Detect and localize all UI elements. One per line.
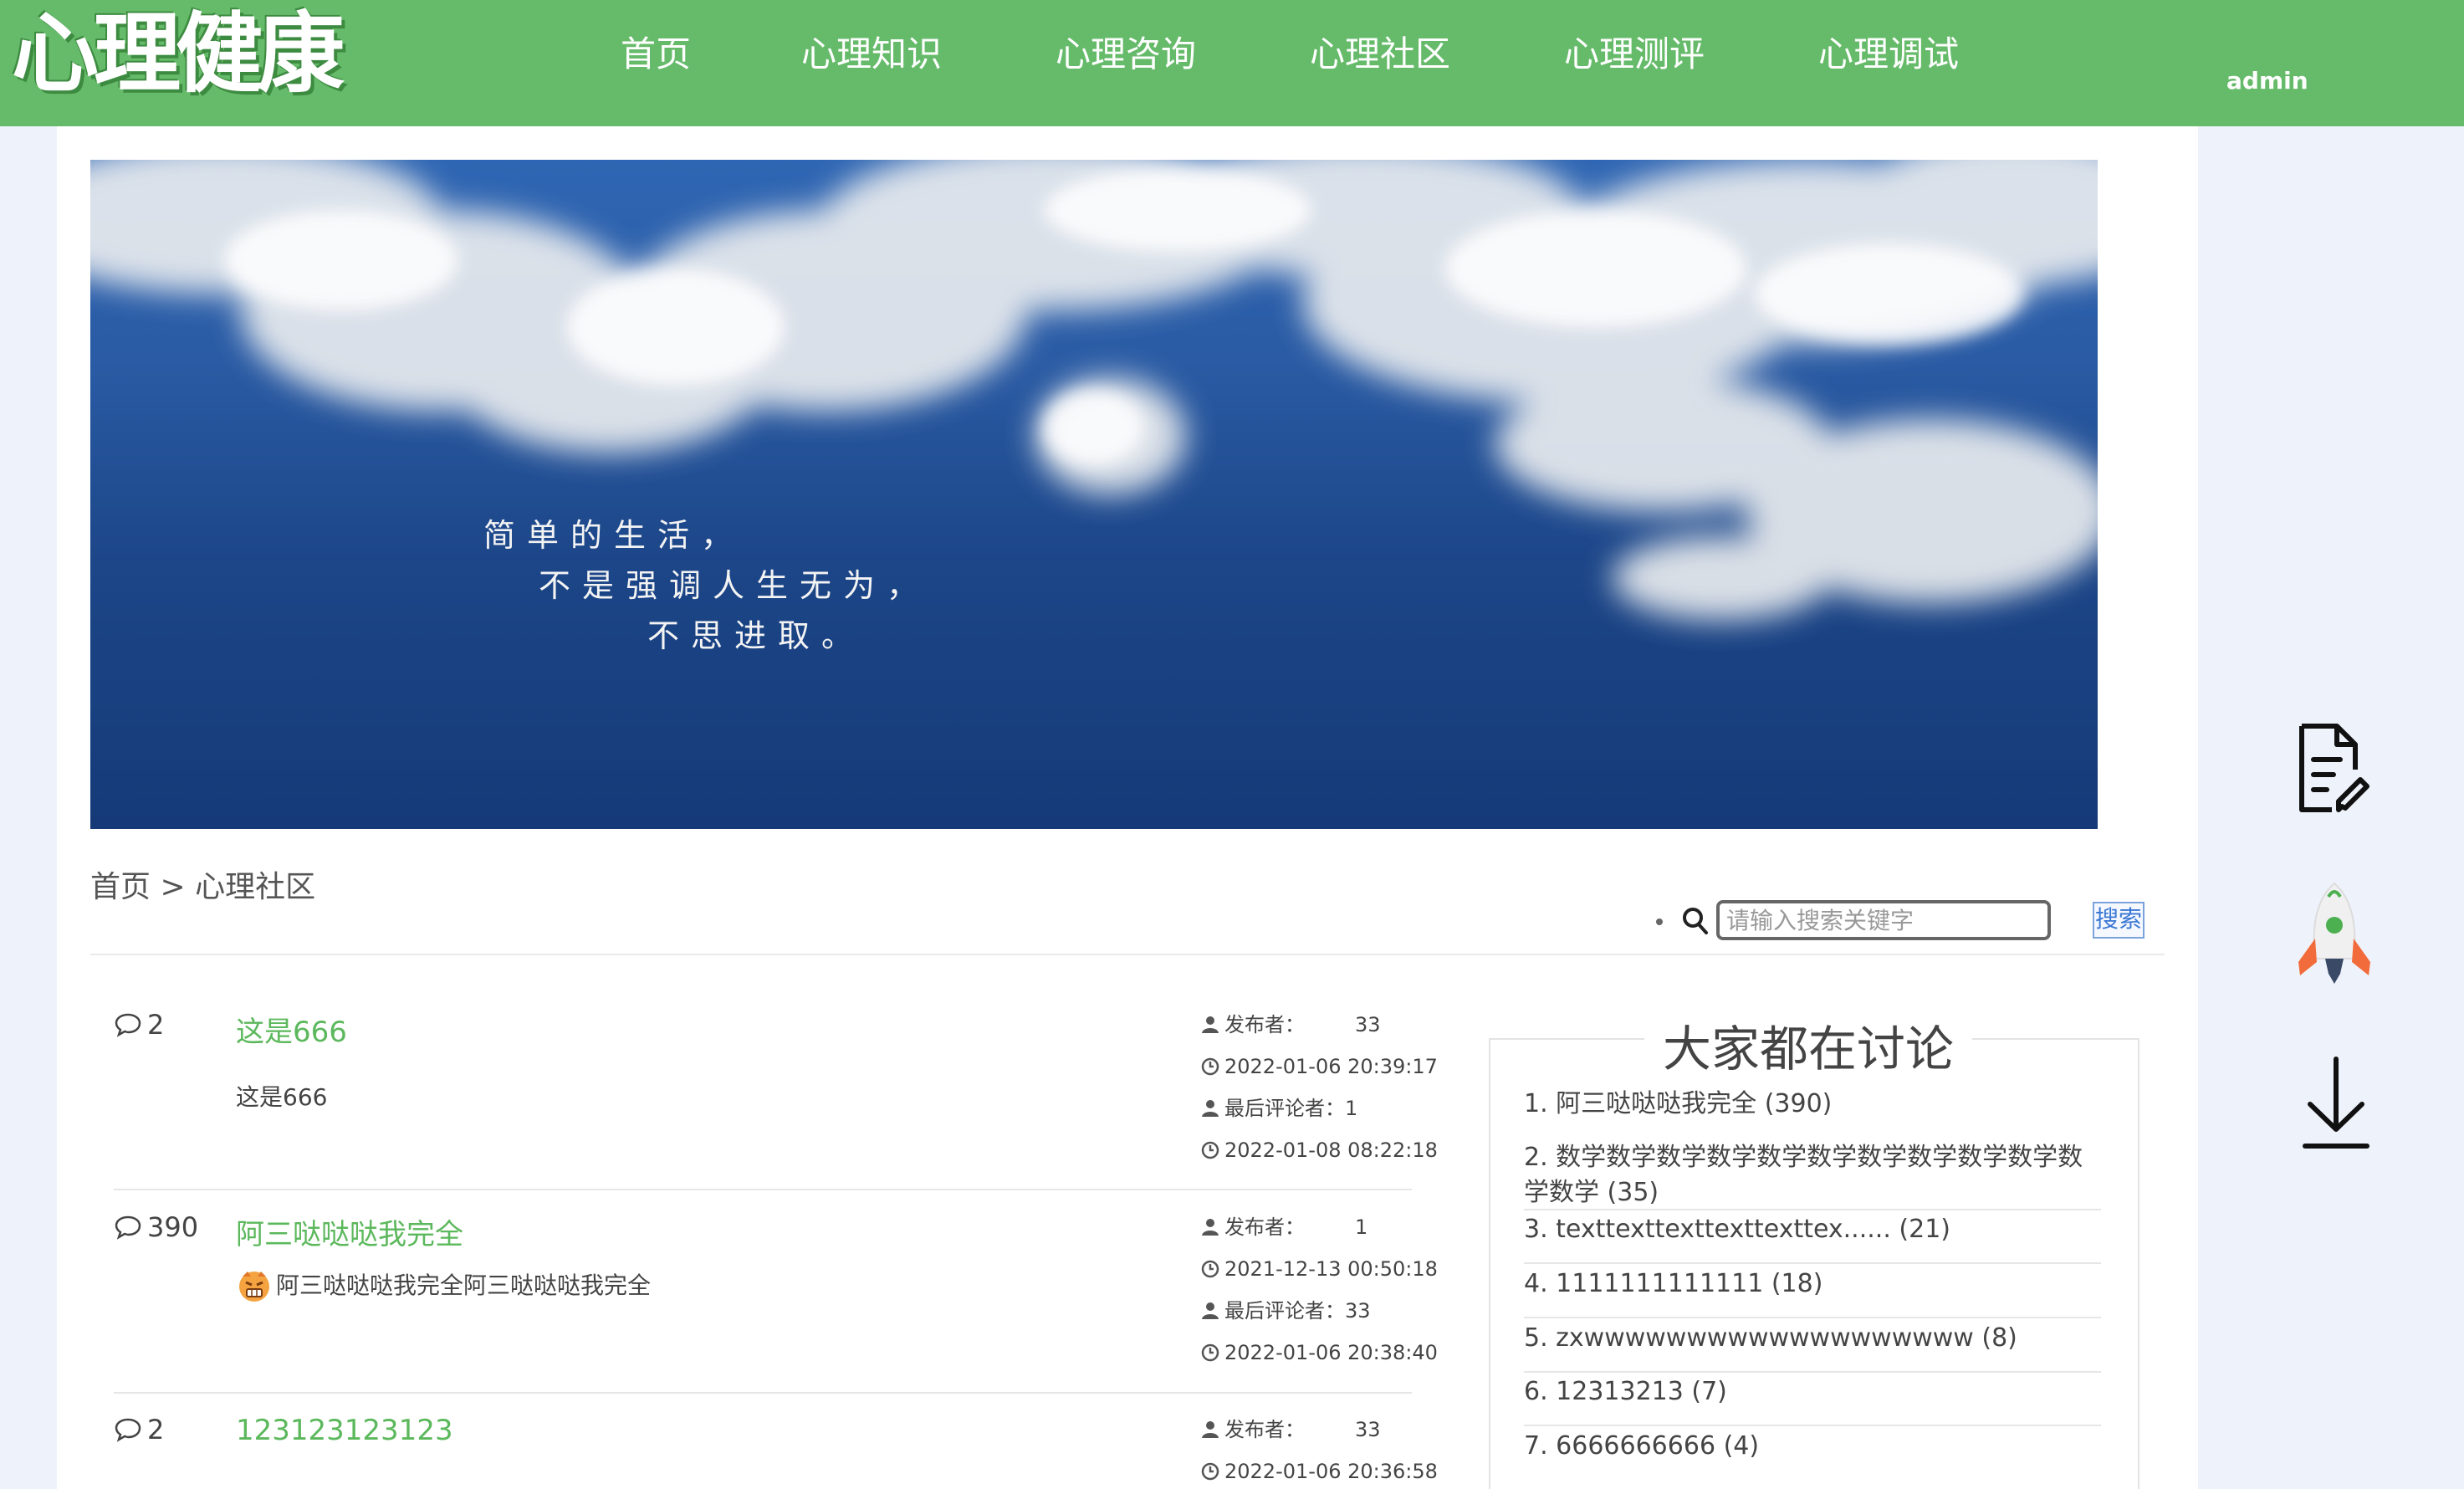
sky-clouds-image	[90, 160, 2098, 620]
post-divider	[114, 1189, 1412, 1190]
hot-topics-panel: 大家都在讨论 1. 阿三哒哒哒我完全 (390) 2. 数学数学数学数学数学数学…	[1489, 1010, 2139, 1489]
clock-icon	[1201, 1260, 1219, 1278]
search-input[interactable]	[1716, 900, 2051, 940]
publisher-value: 1	[1355, 1215, 1368, 1239]
nav-consult[interactable]: 心理咨询	[1056, 25, 1196, 84]
comment-icon	[115, 1013, 141, 1037]
banner-line-1: 简单的生活，	[483, 517, 745, 554]
breadcrumb: 首页 > 心理社区	[90, 862, 315, 906]
bullet-dot	[1656, 918, 1663, 925]
post-title[interactable]: 阿三哒哒哒我完全	[236, 1211, 463, 1252]
post-title[interactable]: 这是666	[236, 1009, 347, 1050]
comment-icon	[115, 1418, 141, 1442]
site-logo[interactable]: 心理健康	[12, 3, 345, 104]
hot-topic-item[interactable]: 6. 12313213 (7)	[1524, 1374, 2101, 1410]
publish-time: 2021-12-13 00:50:18	[1224, 1257, 1438, 1281]
post-excerpt: 这是666	[236, 1083, 328, 1111]
nav-community[interactable]: 心理社区	[1310, 25, 1450, 84]
nav-home[interactable]: 首页	[621, 25, 691, 84]
last-commenter-label: 最后评论者：	[1224, 1299, 1345, 1323]
publisher-value: 33	[1355, 1418, 1381, 1441]
reply-count: 2	[114, 1009, 164, 1041]
hot-topics-title: 大家都在讨论	[1644, 1010, 1973, 1080]
publish-time: 2022-01-06 20:36:58	[1224, 1460, 1438, 1483]
banner-line-3: 不思进取。	[647, 617, 866, 654]
top-header: 心理健康 首页 心理知识 心理咨询 心理社区 心理测评 心理调试 admin	[0, 0, 2464, 126]
reply-count: 2	[114, 1414, 164, 1446]
publisher-value: 33	[1355, 1013, 1381, 1036]
last-commenter-value: 1	[1345, 1097, 1358, 1120]
banner-line-2: 不是强调人生无为，	[539, 567, 931, 604]
user-icon	[1202, 1421, 1219, 1438]
user-icon	[1202, 1302, 1219, 1319]
post-meta: 发布者： 1 2021-12-13 00:50:18 最后评论者：33 2022-…	[1201, 1215, 1469, 1382]
hot-topic-item[interactable]: 4. 1111111111111 (18)	[1524, 1266, 2101, 1302]
hot-divider	[1524, 1425, 2101, 1426]
divider	[90, 954, 2165, 955]
nav-knowledge[interactable]: 心理知识	[801, 25, 942, 84]
hot-divider	[1524, 1317, 2101, 1318]
user-icon	[1202, 1016, 1219, 1033]
post-title[interactable]: 123123123123	[236, 1414, 453, 1447]
publish-time: 2022-01-06 20:39:17	[1224, 1055, 1438, 1078]
hero-banner: 简单的生活， 不是强调人生无为， 不思进取。	[90, 160, 2098, 829]
user-name[interactable]: admin	[2226, 67, 2308, 95]
clock-icon	[1201, 1057, 1219, 1076]
user-icon	[1202, 1100, 1219, 1117]
reply-count: 390	[114, 1211, 198, 1243]
nav-assessment[interactable]: 心理测评	[1564, 25, 1705, 84]
hot-topic-item[interactable]: 7. 6666666666 (4)	[1524, 1429, 2101, 1464]
hot-divider	[1524, 1262, 2101, 1264]
main-content: 简单的生活， 不是强调人生无为， 不思进取。 首页 > 心理社区 搜索 2 这是…	[57, 126, 2198, 1489]
document-edit-icon[interactable]	[2297, 721, 2370, 815]
post-meta: 发布者： 33 2022-01-06 20:39:17 最后评论者：1 2022-…	[1201, 1012, 1469, 1179]
user-icon	[1202, 1219, 1219, 1236]
last-commenter-label: 最后评论者：	[1224, 1097, 1345, 1120]
publisher-label: 发布者：	[1224, 1215, 1305, 1239]
clock-icon	[1201, 1462, 1219, 1481]
clock-icon	[1201, 1343, 1219, 1362]
search-button[interactable]: 搜索	[2093, 902, 2144, 939]
breadcrumb-home[interactable]: 首页	[90, 870, 151, 904]
hot-topic-item[interactable]: 5. zxwwwwwwwwwwwwwwwwwww (8)	[1524, 1321, 2101, 1356]
rocket-icon[interactable]	[2290, 878, 2379, 990]
search-icon	[1683, 908, 1708, 934]
last-comment-time: 2022-01-06 20:38:40	[1224, 1341, 1438, 1364]
angry-emoji-icon	[239, 1272, 269, 1302]
breadcrumb-separator: >	[151, 870, 196, 904]
last-comment-time: 2022-01-08 08:22:18	[1224, 1138, 1438, 1162]
clock-icon	[1201, 1141, 1219, 1159]
comment-icon	[115, 1215, 141, 1240]
publisher-label: 发布者：	[1224, 1013, 1305, 1036]
download-icon[interactable]	[2302, 1056, 2370, 1153]
publisher-label: 发布者：	[1224, 1418, 1305, 1441]
hot-topic-item[interactable]: 1. 阿三哒哒哒我完全 (390)	[1524, 1087, 2101, 1122]
hot-topic-item[interactable]: 3. texttexttexttexttexttex...... (21)	[1524, 1212, 2101, 1247]
breadcrumb-current: 心理社区	[195, 870, 316, 904]
post-excerpt: 阿三哒哒哒我完全阿三哒哒哒我完全	[236, 1266, 651, 1303]
hot-divider	[1524, 1371, 2101, 1373]
nav-adjust[interactable]: 心理调试	[1818, 25, 1959, 84]
post-meta: 发布者： 33 2022-01-06 20:36:58	[1201, 1417, 1469, 1489]
hot-topic-item[interactable]: 2. 数学数学数学数学数学数学数学数学数学数学数学数学 (35)	[1524, 1140, 2101, 1210]
post-divider	[114, 1392, 1412, 1394]
last-commenter-value: 33	[1345, 1299, 1371, 1323]
hot-divider	[1524, 1209, 2101, 1210]
